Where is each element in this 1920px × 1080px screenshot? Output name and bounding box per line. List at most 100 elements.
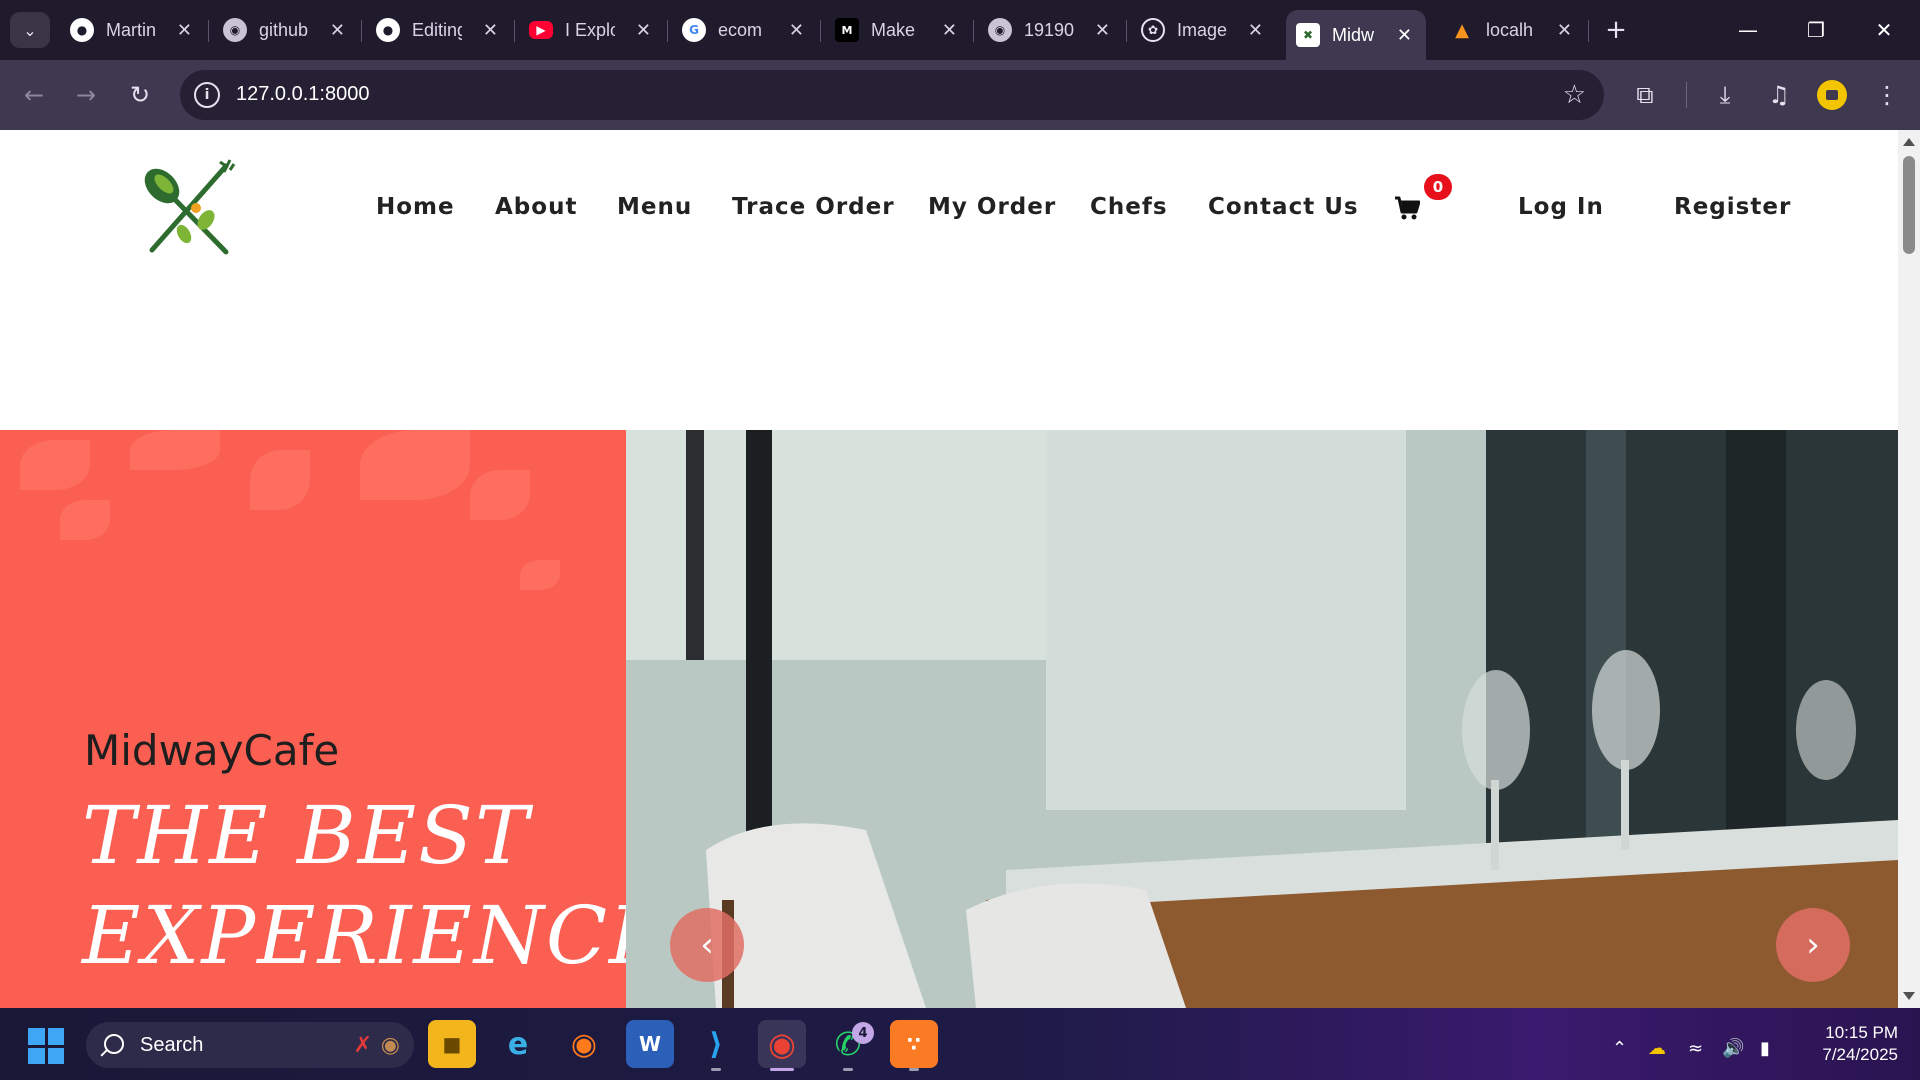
running-indicator — [711, 1068, 721, 1071]
tab-title: Image — [1177, 19, 1227, 40]
make-icon: M — [835, 18, 859, 42]
tab-title: Editing — [412, 19, 462, 40]
search-highlight-icon: ✗ — [353, 1032, 372, 1057]
wifi-icon[interactable]: ≈ — [1688, 1038, 1703, 1059]
reload-button[interactable]: ↻ — [122, 77, 158, 113]
carousel-next-button[interactable]: › — [1776, 908, 1850, 982]
tab-search-button[interactable]: ⌄ — [10, 12, 50, 48]
close-icon[interactable]: ✕ — [942, 20, 957, 41]
running-indicator — [909, 1068, 919, 1071]
forward-button[interactable]: → — [68, 77, 104, 113]
search-label: Search — [140, 1033, 204, 1056]
nav-chefs[interactable]: Chefs — [1090, 194, 1168, 220]
close-icon[interactable]: ✕ — [1095, 20, 1110, 41]
vscode-icon[interactable]: ⟩ — [692, 1020, 740, 1068]
taskbar-search[interactable]: Search ✗ ◉ — [86, 1022, 414, 1068]
site-info-icon[interactable]: i — [194, 82, 220, 108]
volume-icon[interactable]: 🔊 — [1722, 1038, 1744, 1059]
firefox-icon[interactable]: ◉ — [560, 1020, 608, 1068]
tab-separator — [361, 20, 362, 42]
browser-tab[interactable]: M Make ✕ — [825, 10, 971, 50]
nav-menu[interactable]: Menu — [617, 194, 692, 220]
hero-carousel: MidwayCafe THE BEST EXPERIENCE ‹ › — [0, 430, 1898, 1008]
browser-tab[interactable]: ▶ I Explo ✕ — [519, 10, 665, 50]
browser-tab[interactable]: ● Martin ✕ — [60, 10, 206, 50]
browser-tab[interactable]: ● Editing ✕ — [366, 10, 512, 50]
taskbar-clock[interactable]: 10:15 PM 7/24/2025 — [1822, 1022, 1898, 1066]
menu-button[interactable]: ⋮ — [1870, 78, 1904, 112]
media-controls-button[interactable]: ♫ — [1762, 78, 1796, 112]
close-icon[interactable]: ✕ — [177, 20, 192, 41]
decorative-leaf — [520, 560, 560, 590]
toolbar-divider — [1686, 82, 1687, 108]
midwaycafe-icon: ✖ — [1296, 23, 1320, 47]
close-icon[interactable]: ✕ — [483, 20, 498, 41]
close-icon[interactable]: ✕ — [789, 20, 804, 41]
windows-start-icon[interactable] — [28, 1028, 64, 1064]
midwaycafe-logo[interactable] — [140, 158, 240, 258]
xampp-icon: ▲ — [1455, 19, 1469, 41]
nav-contact-us[interactable]: Contact Us — [1208, 194, 1359, 220]
browser-tab[interactable]: ◉ github ✕ — [213, 10, 359, 50]
close-icon[interactable]: ✕ — [330, 20, 345, 41]
new-tab-button[interactable]: + — [1598, 12, 1634, 48]
nav-my-order[interactable]: My Order — [928, 194, 1056, 220]
nav-about[interactable]: About — [495, 194, 577, 220]
xampp-icon[interactable]: ∵ — [890, 1020, 938, 1068]
browser-tab[interactable]: ✿ Image ✕ — [1131, 10, 1277, 50]
download-icon: ⤓ — [1719, 81, 1731, 109]
extensions-button[interactable]: ⧉ — [1628, 78, 1662, 112]
tab-separator — [514, 20, 515, 42]
shopping-cart-icon[interactable] — [1394, 194, 1420, 222]
scrollbar-thumb[interactable] — [1903, 156, 1915, 254]
page-scrollbar[interactable] — [1898, 130, 1920, 1008]
tab-title: ecom — [718, 19, 763, 40]
nav-trace-order[interactable]: Trace Order — [732, 194, 895, 220]
close-icon: ✕ — [1875, 18, 1893, 42]
browser-toolbar: ← → ↻ i 127.0.0.1:8000 ☆ ⧉ ⤓ ♫ ⋮ — [0, 60, 1920, 130]
hero-headline: THE BEST EXPERIENCE — [82, 789, 626, 982]
close-icon[interactable]: ✕ — [1557, 20, 1572, 41]
onedrive-warning-icon[interactable]: ☁ — [1648, 1038, 1666, 1059]
browser-tab-active[interactable]: ✖ Midw ✕ — [1286, 10, 1426, 60]
globe-icon: ◉ — [223, 18, 247, 42]
restore-icon: ❐ — [1807, 18, 1825, 42]
decorative-leaf — [470, 470, 530, 520]
carousel-prev-button[interactable]: ‹ — [670, 908, 744, 982]
close-icon[interactable]: ✕ — [1397, 25, 1412, 46]
browser-tab[interactable]: ◉ 19190 ✕ — [978, 10, 1124, 50]
browser-tab[interactable]: ▲ localh ✕ — [1440, 10, 1586, 50]
battery-icon[interactable]: ▮ — [1760, 1038, 1770, 1059]
nav-home[interactable]: Home — [376, 194, 455, 220]
hero-text-panel: MidwayCafe THE BEST EXPERIENCE — [0, 430, 626, 1008]
url-text[interactable]: 127.0.0.1:8000 — [236, 83, 369, 106]
active-indicator — [770, 1068, 794, 1071]
nav-login[interactable]: Log In — [1518, 194, 1604, 220]
youtube-icon: ▶ — [529, 21, 553, 39]
tab-separator — [208, 20, 209, 42]
scroll-down-arrow-icon[interactable] — [1903, 992, 1915, 1000]
cart-count-badge: 0 — [1424, 174, 1452, 200]
word-icon[interactable]: W — [626, 1020, 674, 1068]
edge-icon[interactable]: e — [494, 1020, 542, 1068]
minimize-button[interactable]: — — [1720, 10, 1776, 50]
restore-button[interactable]: ❐ — [1788, 10, 1844, 50]
chrome-icon[interactable]: ◉ — [758, 1020, 806, 1068]
browser-tab[interactable]: G ecom ✕ — [672, 10, 818, 50]
show-hidden-icons-icon[interactable]: ⌃ — [1612, 1038, 1627, 1059]
downloads-button[interactable]: ⤓ — [1708, 78, 1742, 112]
close-icon[interactable]: ✕ — [1248, 20, 1263, 41]
address-bar[interactable]: i 127.0.0.1:8000 ☆ — [180, 70, 1604, 120]
file-explorer-icon[interactable]: ■ — [428, 1020, 476, 1068]
bookmark-star-icon[interactable]: ☆ — [1563, 80, 1586, 110]
search-highlight-icon: ◉ — [380, 1032, 400, 1057]
close-icon[interactable]: ✕ — [636, 20, 651, 41]
decorative-leaf — [250, 450, 310, 510]
close-window-button[interactable]: ✕ — [1856, 10, 1912, 50]
windows-taskbar: Search ✗ ◉ ■ e ◉ W ⟩ ◉ ✆ ∵ ⌃ ☁ ≈ 🔊 ▮ 10:… — [0, 1008, 1920, 1080]
scroll-up-arrow-icon[interactable] — [1903, 138, 1915, 146]
profile-avatar[interactable] — [1817, 80, 1847, 110]
chevron-down-icon: ⌄ — [23, 20, 37, 40]
nav-register[interactable]: Register — [1674, 194, 1791, 220]
back-button[interactable]: ← — [16, 77, 52, 113]
